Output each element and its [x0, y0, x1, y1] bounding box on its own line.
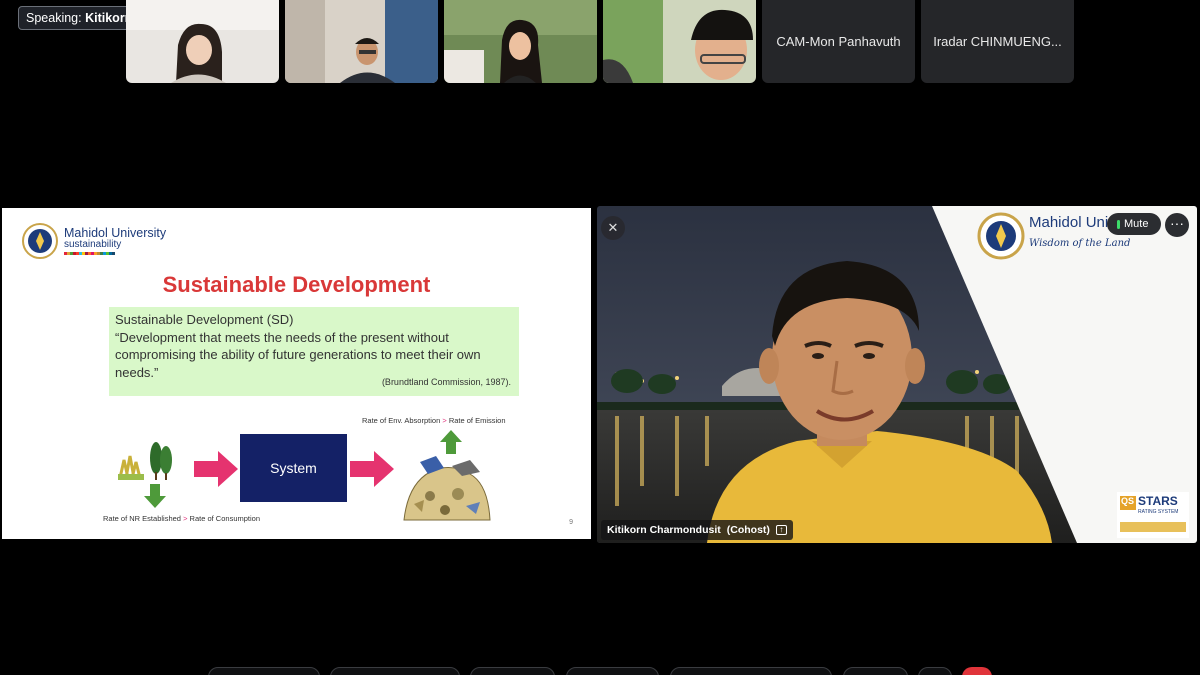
participant-tile-1[interactable] — [126, 0, 279, 83]
speaker-role: (Cohost) — [726, 524, 770, 536]
speaker-name-tag: Kitikorn Charmondusit (Cohost) ↑ — [601, 520, 793, 540]
mute-label: Mute — [1124, 218, 1149, 230]
right-arrow-icon — [350, 451, 394, 487]
waste-pile-icon — [403, 456, 491, 521]
mute-button[interactable]: Mute — [1107, 213, 1161, 235]
qs-label: QS — [1121, 496, 1135, 506]
participant-video-2 — [285, 0, 438, 83]
toolbar-button[interactable] — [208, 667, 320, 675]
participant-tile-6[interactable]: Iradar CHINMUENG... — [921, 0, 1074, 83]
participant-video-4 — [603, 0, 756, 83]
speaking-prefix: Speaking: — [26, 11, 82, 25]
up-arrow-icon — [440, 430, 462, 454]
participant-tile-5[interactable]: CAM-Mon Panhavuth — [762, 0, 915, 83]
participant-tile-2[interactable] — [285, 0, 438, 83]
mic-icon — [1117, 219, 1120, 229]
slide-logo-title: Mahidol University — [64, 226, 167, 241]
toolbar-button[interactable] — [918, 667, 952, 675]
backdrop-motto: Wisdom of the Land — [1029, 238, 1131, 249]
right-arrow-icon — [194, 451, 238, 487]
end-call-button[interactable] — [962, 667, 992, 675]
unpin-icon[interactable]: ✕ — [601, 216, 625, 240]
speaker-video-feed — [597, 206, 1197, 543]
more-options-button[interactable]: ··· — [1165, 213, 1189, 237]
plants-icon — [118, 442, 172, 480]
participant-video-3 — [444, 0, 597, 83]
stars-label: STARS — [1138, 494, 1178, 508]
system-box: System — [240, 434, 347, 502]
participant-tile-4[interactable] — [603, 0, 756, 83]
definition-box: Sustainable Development (SD) “Developmen… — [109, 307, 519, 396]
toolbar-button[interactable] — [470, 667, 555, 675]
shared-screen-slide: Mahidol University sustainability Sustai… — [2, 208, 591, 539]
slide-title: Sustainable Development — [162, 272, 431, 297]
rate-emission-label: Rate of Env. Absorption > Rate of Emissi… — [362, 416, 506, 425]
university-seal-icon — [22, 223, 58, 259]
screen-share-icon: ↑ — [775, 525, 787, 535]
backdrop-brand: Mahidol Uni — [1029, 214, 1109, 231]
definition-heading: Sustainable Development (SD) — [115, 312, 294, 327]
definition-citation: (Brundtland Commission, 1987). — [381, 376, 511, 387]
participant-name: CAM-Mon Panhavuth — [776, 34, 901, 49]
toolbar-button[interactable] — [670, 667, 832, 675]
speaker-video-tile[interactable]: Mahidol Uni Wisdom of the Land QS STARS … — [597, 206, 1197, 543]
slide-logo-subtitle: sustainability — [64, 238, 122, 250]
slide-page-number: 9 — [569, 519, 573, 526]
participant-tile-3[interactable] — [444, 0, 597, 83]
stars-sub: RATING SYSTEM — [1138, 509, 1179, 515]
speaker-name: Kitikorn Charmondusit — [607, 524, 721, 536]
sdg-color-strip — [64, 251, 166, 255]
toolbar-button[interactable] — [843, 667, 908, 675]
slide-logo: Mahidol University sustainability — [22, 223, 166, 259]
participant-video-1 — [126, 0, 279, 83]
toolbar-button[interactable] — [566, 667, 659, 675]
rate-consumption-label: Rate of NR Established > Rate of Consump… — [103, 514, 261, 523]
toolbar-button[interactable] — [330, 667, 460, 675]
participant-name: Iradar CHINMUENG... — [933, 34, 1062, 49]
down-arrow-icon — [144, 484, 166, 508]
